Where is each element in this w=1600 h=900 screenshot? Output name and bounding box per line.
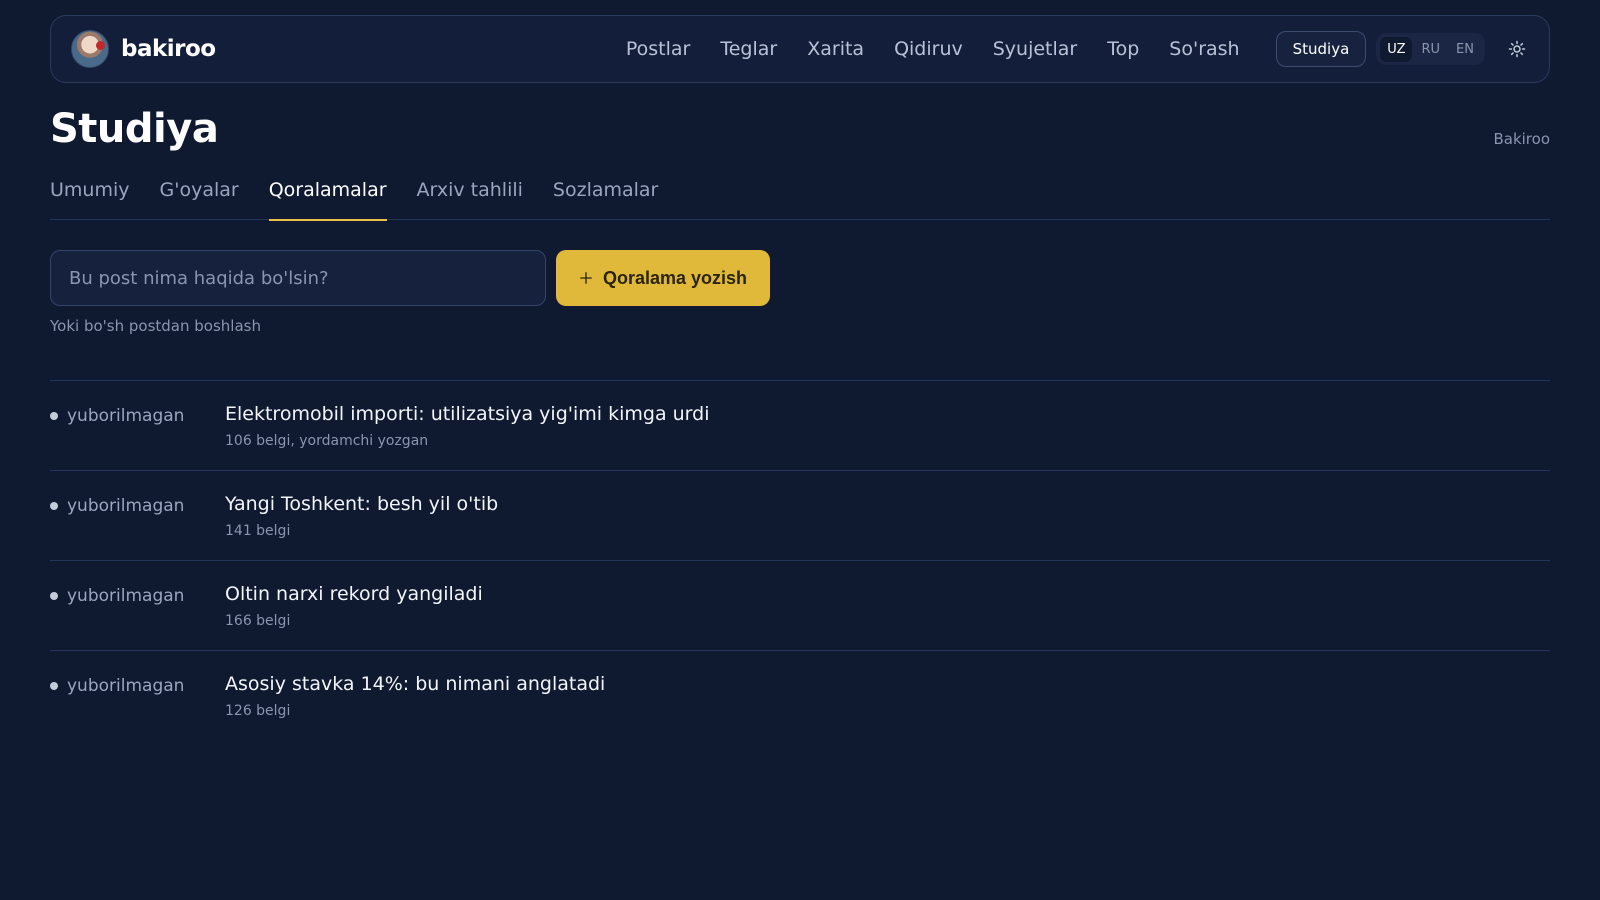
language-uz-button[interactable]: UZ xyxy=(1380,36,1413,62)
draft-meta: 106 belgi, yordamchi yozgan xyxy=(225,433,429,449)
brand-name: bakiroo xyxy=(121,36,216,62)
page-title: Studiya xyxy=(50,106,219,152)
tab-sozlamalar[interactable]: Sozlamalar xyxy=(553,170,658,220)
status-dot-icon xyxy=(50,412,58,420)
draft-row[interactable]: yuborilmagan Elektromobil importi: utili… xyxy=(50,381,1550,471)
sun-icon xyxy=(1508,40,1526,58)
nav-link-teglar[interactable]: Teglar xyxy=(720,38,777,60)
drafts-list: yuborilmagan Elektromobil importi: utili… xyxy=(50,380,1550,741)
draft-row[interactable]: yuborilmagan Oltin narxi rekord yangilad… xyxy=(50,561,1550,651)
start-blank-post-link[interactable]: Yoki bo'sh postdan boshlash xyxy=(50,317,261,335)
draft-row[interactable]: yuborilmagan Asosiy stavka 14%: bu niman… xyxy=(50,651,1550,741)
status-dot-icon xyxy=(50,682,58,690)
tab-umumiy[interactable]: Umumiy xyxy=(50,170,130,220)
draft-status-text: yuborilmagan xyxy=(67,496,185,516)
nav-link-xarita[interactable]: Xarita xyxy=(807,38,864,60)
theme-toggle-button[interactable] xyxy=(1505,37,1529,61)
draft-composer: Qoralama yozish xyxy=(50,250,770,306)
draft-body: Asosiy stavka 14%: bu nimani anglatadi 1… xyxy=(225,673,605,719)
draft-title[interactable]: Oltin narxi rekord yangiladi xyxy=(225,583,483,605)
draft-status: yuborilmagan xyxy=(50,583,225,606)
main-nav: Postlar Teglar Xarita Qidiruv Syujetlar … xyxy=(626,38,1240,60)
tab-qoralamalar[interactable]: Qoralamalar xyxy=(268,170,387,221)
language-switcher: UZ RU EN xyxy=(1376,33,1485,65)
draft-title[interactable]: Yangi Toshkent: besh yil o'tib xyxy=(225,493,498,515)
brand[interactable]: bakiroo xyxy=(71,30,216,68)
draft-status-text: yuborilmagan xyxy=(67,406,185,426)
status-dot-icon xyxy=(50,592,58,600)
draft-row[interactable]: yuborilmagan Yangi Toshkent: besh yil o'… xyxy=(50,471,1550,561)
page: bakiroo Postlar Teglar Xarita Qidiruv Sy… xyxy=(0,0,1600,900)
write-draft-button[interactable]: Qoralama yozish xyxy=(556,250,770,306)
studio-button[interactable]: Studiya xyxy=(1275,31,1367,67)
draft-title[interactable]: Elektromobil importi: utilizatsiya yig'i… xyxy=(225,403,710,425)
status-dot-icon xyxy=(50,502,58,510)
studio-tabs: Umumiy G'oyalar Qoralamalar Arxiv tahlil… xyxy=(50,170,1550,221)
top-navigation-bar: bakiroo Postlar Teglar Xarita Qidiruv Sy… xyxy=(50,15,1550,83)
draft-meta: 126 belgi xyxy=(225,703,291,719)
draft-meta: 141 belgi xyxy=(225,523,291,539)
nav-link-postlar[interactable]: Postlar xyxy=(626,38,691,60)
draft-status: yuborilmagan xyxy=(50,403,225,426)
write-draft-label: Qoralama yozish xyxy=(602,267,748,288)
draft-title[interactable]: Asosiy stavka 14%: bu nimani anglatadi xyxy=(225,673,605,695)
nav-link-syujetlar[interactable]: Syujetlar xyxy=(993,38,1078,60)
language-ru-button[interactable]: RU xyxy=(1414,37,1447,62)
draft-body: Yangi Toshkent: besh yil o'tib 141 belgi xyxy=(225,493,498,539)
draft-body: Elektromobil importi: utilizatsiya yig'i… xyxy=(225,403,710,449)
draft-status-text: yuborilmagan xyxy=(67,676,185,696)
nav-link-qidiruv[interactable]: Qidiruv xyxy=(894,38,963,60)
tab-goyalar[interactable]: G'oyalar xyxy=(160,170,239,220)
draft-body: Oltin narxi rekord yangiladi 166 belgi xyxy=(225,583,483,629)
draft-status: yuborilmagan xyxy=(50,673,225,696)
draft-status-text: yuborilmagan xyxy=(67,586,185,606)
language-en-button[interactable]: EN xyxy=(1449,37,1481,62)
draft-meta: 166 belgi xyxy=(225,613,291,629)
tab-arxiv-tahlili[interactable]: Arxiv tahlili xyxy=(417,170,523,220)
brand-avatar xyxy=(71,30,109,68)
owner-label: Bakiroo xyxy=(1493,130,1550,148)
draft-status: yuborilmagan xyxy=(50,493,225,516)
topic-input[interactable] xyxy=(50,250,546,306)
nav-link-top[interactable]: Top xyxy=(1107,38,1139,60)
nav-link-sorash[interactable]: So'rash xyxy=(1169,38,1239,60)
sparkle-icon xyxy=(580,272,592,284)
